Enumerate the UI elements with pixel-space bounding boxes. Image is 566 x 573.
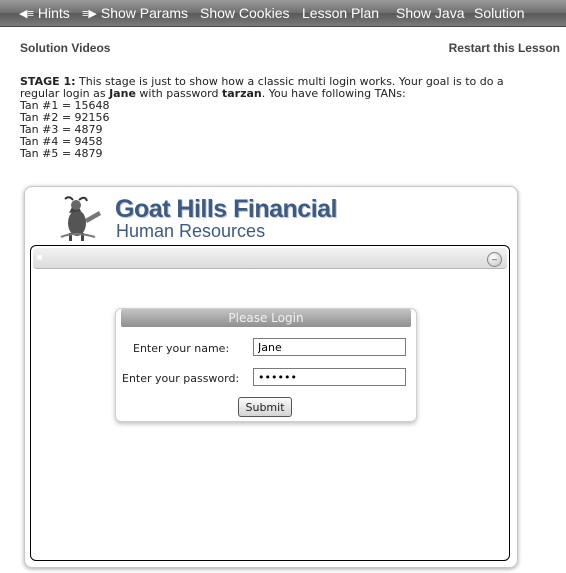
password-input[interactable] [253,368,406,386]
app-frame: Goat Hills Financial Human Resources ■ –… [24,186,518,568]
goat-logo-icon [60,196,101,241]
instructions-user: Jane [109,87,136,100]
instructions-password: tarzan [221,87,262,100]
show-params-button[interactable]: ≡▶ Show Params [82,5,188,21]
login-title: Please Login [121,309,411,327]
hints-label: Hints [37,5,70,21]
collapse-button[interactable]: – [487,252,502,267]
forward-arrow-icon: ≡▶ [82,7,97,20]
tan-line: Tan #5 = 4879 [20,147,103,160]
lesson-plan-label: Lesson Plan [302,5,380,21]
solution-label: Solution [474,5,525,21]
instructions-text-2: with password [135,87,222,100]
brand-title: Goat Hills Financial [115,195,338,223]
lesson-instructions: STAGE 1: This stage is just to show how … [20,76,540,160]
lesson-plan-button[interactable]: Lesson Plan [302,5,379,21]
instructions-text-3: . You have following TANs: [261,87,406,100]
solution-videos-link[interactable]: Solution Videos [20,41,110,55]
hints-button[interactable]: ◀≡ Hints [19,5,70,21]
submit-button[interactable]: Submit [238,397,292,417]
minus-icon: – [491,254,497,264]
content-panel: ■ – Please Login Enter your name: Enter … [30,245,510,561]
brand-subtitle: Human Resources [116,221,266,241]
show-params-label: Show Params [100,5,189,21]
solution-button[interactable]: Solution [474,5,525,21]
panel-menu-icon: ■ [37,252,43,262]
login-form: Please Login Enter your name: Enter your… [115,308,417,422]
back-arrow-icon: ◀≡ [19,7,34,20]
restart-lesson-link[interactable]: Restart this Lesson [449,41,560,55]
password-label: Enter your password: [122,372,240,385]
show-java-label: Show Java [396,5,465,21]
show-cookies-button[interactable]: Show Cookies [200,5,290,21]
show-java-button[interactable]: Show Java [396,5,464,21]
name-input[interactable] [253,338,406,356]
show-cookies-label: Show Cookies [200,5,290,21]
panel-header: ■ – [33,248,507,269]
instructions-paragraph: STAGE 1: This stage is just to show how … [20,76,540,100]
name-label: Enter your name: [133,342,230,355]
top-nav-bar: ◀≡ Hints ≡▶ Show Params Show Cookies Les… [0,0,566,27]
lesson-links: Solution Videos Restart this Lesson [20,41,560,55]
